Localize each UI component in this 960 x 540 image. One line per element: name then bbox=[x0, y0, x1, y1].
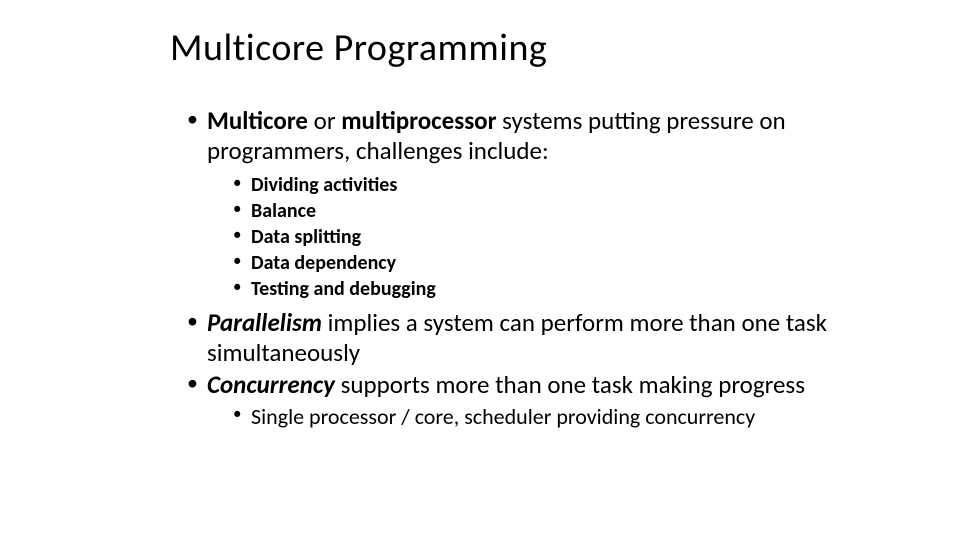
bullet-3: Concurrency supports more than one task … bbox=[185, 370, 845, 432]
sub-bullet-2: Balance bbox=[231, 198, 845, 224]
bullet-3-post: supports more than one task making progr… bbox=[335, 369, 805, 400]
sub-bullet-5: Testing and debugging bbox=[231, 276, 845, 302]
sub-bullet-list-2: Single processor / core, scheduler provi… bbox=[231, 403, 845, 432]
bullet-list: Multicore or multiprocessor systems putt… bbox=[185, 106, 845, 432]
bullet-3-sub: Single processor / core, scheduler provi… bbox=[231, 403, 845, 432]
bullet-2: Parallelism implies a system can perform… bbox=[185, 308, 845, 368]
slide-content: Multicore or multiprocessor systems putt… bbox=[185, 106, 845, 432]
bullet-1-bold-1: Multicore bbox=[207, 105, 308, 136]
sub-bullet-4: Data dependency bbox=[231, 250, 845, 276]
sub-bullet-3: Data splitting bbox=[231, 224, 845, 250]
sub-bullet-1: Dividing activities bbox=[231, 172, 845, 198]
sub-bullet-list: Dividing activities Balance Data splitti… bbox=[231, 172, 845, 302]
bullet-1: Multicore or multiprocessor systems putt… bbox=[185, 106, 845, 302]
slide: Multicore Programming Multicore or multi… bbox=[0, 0, 960, 540]
bullet-3-em: Concurrency bbox=[207, 369, 335, 400]
bullet-1-bold-2: multiprocessor bbox=[341, 105, 496, 136]
bullet-2-em: Parallelism bbox=[207, 307, 322, 338]
bullet-1-mid: or bbox=[308, 105, 341, 136]
slide-title: Multicore Programming bbox=[170, 25, 900, 71]
